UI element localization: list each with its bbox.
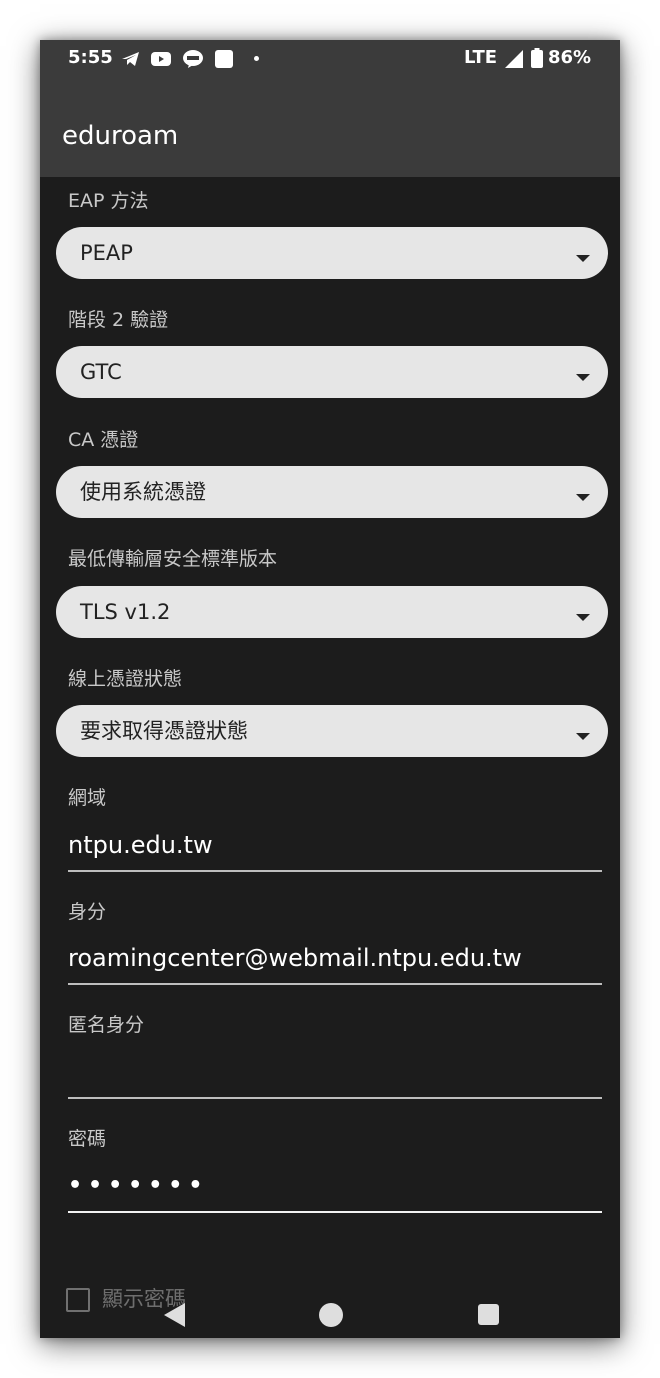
app-bar: 5:55 LTE 86% eduroam <box>40 40 620 177</box>
eap-method-label: EAP 方法 <box>68 190 149 212</box>
ocsp-value: 要求取得憑證狀態 <box>80 719 248 743</box>
chevron-down-icon <box>576 494 590 501</box>
domain-field[interactable]: ntpu.edu.tw <box>68 820 602 872</box>
min-tls-dropdown[interactable]: TLS v1.2 <box>56 586 608 638</box>
page-title: eduroam <box>62 121 179 151</box>
identity-field[interactable]: roamingcenter@webmail.ntpu.edu.tw <box>68 933 602 985</box>
eap-method-value: PEAP <box>80 241 133 265</box>
ca-cert-dropdown[interactable]: 使用系統憑證 <box>56 466 608 518</box>
password-field[interactable]: ••••••• <box>68 1161 602 1213</box>
ocsp-label: 線上憑證狀態 <box>68 668 183 690</box>
recents-icon[interactable] <box>478 1304 499 1325</box>
ca-cert-value: 使用系統憑證 <box>80 480 206 504</box>
show-password-checkbox[interactable] <box>66 1288 90 1312</box>
phase2-auth-dropdown[interactable]: GTC <box>56 346 608 398</box>
anonymous-identity-label: 匿名身分 <box>68 1014 145 1036</box>
phase2-auth-value: GTC <box>80 360 122 384</box>
chevron-down-icon <box>576 614 590 621</box>
domain-label: 網域 <box>68 787 107 809</box>
min-tls-label: 最低傳輸層安全標準版本 <box>68 548 278 570</box>
battery-icon <box>531 48 543 68</box>
network-type: LTE <box>464 47 498 68</box>
password-label: 密碼 <box>68 1128 107 1150</box>
back-icon[interactable] <box>163 1302 187 1328</box>
min-tls-value: TLS v1.2 <box>80 600 171 624</box>
more-notifications-dot <box>254 56 259 61</box>
domain-value: ntpu.edu.tw <box>68 831 213 859</box>
phase2-auth-label: 階段 2 驗證 <box>68 309 169 331</box>
eap-method-dropdown[interactable]: PEAP <box>56 227 608 279</box>
chevron-down-icon <box>576 255 590 262</box>
identity-value: roamingcenter@webmail.ntpu.edu.tw <box>68 944 522 972</box>
chevron-down-icon <box>576 733 590 740</box>
ocsp-dropdown[interactable]: 要求取得憑證狀態 <box>56 705 608 757</box>
identity-label: 身分 <box>68 901 107 923</box>
phone-screen: 5:55 LTE 86% eduroam EAP 方法 PEAP 階段 2 驗證… <box>40 40 620 1338</box>
line-icon <box>183 50 203 68</box>
signal-icon <box>505 50 523 68</box>
battery-percent: 86% <box>548 47 592 68</box>
anonymous-identity-field[interactable] <box>68 1047 602 1099</box>
password-value: ••••••• <box>68 1173 209 1198</box>
youtube-icon <box>151 52 171 66</box>
chevron-down-icon <box>576 374 590 381</box>
telegram-icon <box>122 52 139 66</box>
ca-cert-label: CA 憑證 <box>68 429 139 451</box>
home-icon[interactable] <box>319 1303 343 1327</box>
app-square-icon <box>215 50 233 68</box>
status-time: 5:55 <box>68 47 113 68</box>
